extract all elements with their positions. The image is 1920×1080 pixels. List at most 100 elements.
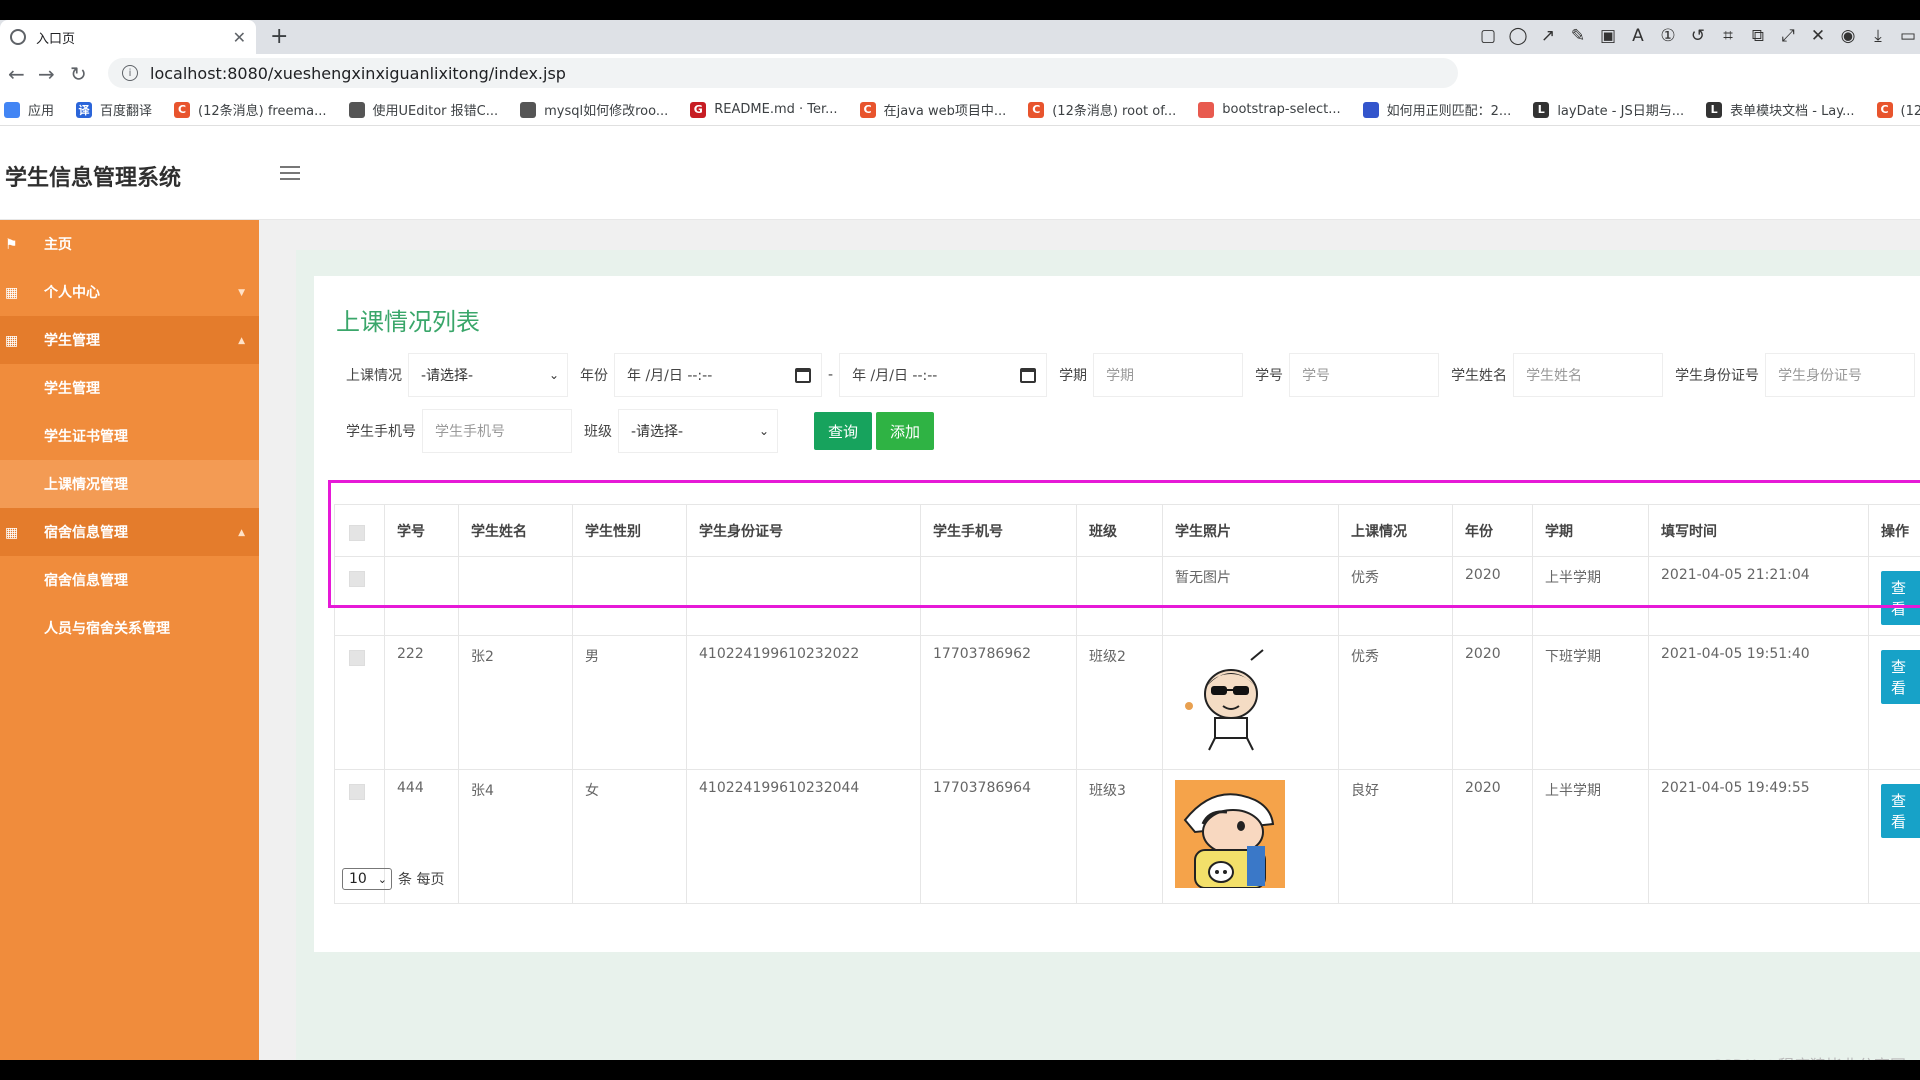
reload-icon[interactable]: ↻ xyxy=(70,62,87,86)
sidebar-item-home[interactable]: ⚑ 主页 xyxy=(0,220,259,268)
bookmark-item[interactable]: C (12条消息 xyxy=(1876,100,1920,119)
sidebar-sub-student-management[interactable]: 学生管理 xyxy=(0,364,259,412)
url-bar[interactable]: i localhost:8080/xueshengxinxiguanlixito… xyxy=(108,58,1458,88)
undo-icon[interactable]: ↺ xyxy=(1688,26,1708,46)
row-select-cell[interactable] xyxy=(334,556,385,636)
query-button[interactable]: 查询 xyxy=(814,412,873,450)
term-input[interactable]: 学期 xyxy=(1093,353,1244,397)
pen-tool-icon[interactable]: ✎ xyxy=(1568,26,1588,46)
chevron-down-icon: ⌄ xyxy=(377,872,387,886)
page-size-select[interactable]: 10 ⌄ xyxy=(342,868,392,890)
student-no-input[interactable]: 学号 xyxy=(1289,353,1440,397)
name-input[interactable]: 学生姓名 xyxy=(1513,353,1664,397)
attendance-select[interactable]: -请选择- ⌄ xyxy=(408,353,568,397)
column-header: 学生性别 xyxy=(572,504,687,557)
sidebar-sub-attendance-management[interactable]: 上课情况管理 xyxy=(0,460,259,508)
record-icon[interactable]: ◉ xyxy=(1838,26,1858,46)
bookmark-item[interactable]: C (12条消息) root of... xyxy=(1028,100,1176,119)
column-header: 操作 xyxy=(1868,504,1920,557)
sidebar-sub-certificate-management[interactable]: 学生证书管理 xyxy=(0,412,259,460)
phone-input[interactable]: 学生手机号 xyxy=(422,409,572,453)
view-button[interactable]: 查看 xyxy=(1881,571,1920,625)
cell-no xyxy=(384,556,459,636)
bookmark-item[interactable]: 译百度翻译 xyxy=(76,100,152,119)
cell-action: 查看 xyxy=(1868,769,1920,904)
bookmark-favicon-icon: C xyxy=(1028,101,1045,118)
table-row: 222 张2 男 410224199610232022 17703786962 班级2 优秀… xyxy=(334,635,1920,770)
sidebar-sub-person-dorm-relation[interactable]: 人员与宿舍关系管理 xyxy=(0,604,259,652)
bookmark-item[interactable]: C 在java web项目中... xyxy=(859,100,1006,119)
row-checkbox[interactable] xyxy=(349,784,365,800)
pin-icon[interactable]: ✕ xyxy=(1808,26,1828,46)
attendance-select-value: -请选择- xyxy=(421,368,474,384)
id-label: 学生身份证号 xyxy=(1675,368,1760,384)
date-end-input[interactable]: 年 /月/日 --:-- xyxy=(839,353,1048,397)
globe-icon xyxy=(10,29,26,45)
arrow-tool-icon[interactable]: ↗ xyxy=(1538,26,1558,46)
view-button[interactable]: 查看 xyxy=(1881,784,1920,838)
row-checkbox[interactable] xyxy=(349,650,365,666)
select-all-cell[interactable] xyxy=(334,504,385,557)
number-tool-icon[interactable]: ① xyxy=(1658,26,1678,46)
bookmark-item[interactable]: mysql如何修改roo... xyxy=(520,100,668,119)
crop-icon[interactable]: ⌗ xyxy=(1718,26,1738,46)
browser-tab[interactable]: 入口页 ✕ xyxy=(0,20,256,54)
row-checkbox[interactable] xyxy=(349,571,365,587)
caret-up-icon: ▲ xyxy=(238,528,245,538)
data-table: 学号 学生姓名 学生性别 学生身份证号 学生手机号 班级 学生照片 上课情况 年份 学期 填写时间操… xyxy=(334,504,1920,904)
window-icon[interactable]: ▭ xyxy=(1898,26,1918,46)
forward-icon[interactable]: → xyxy=(38,62,55,86)
bookmark-item[interactable]: 如何用正则匹配：2... xyxy=(1362,100,1511,119)
cell-gender: 女 xyxy=(572,769,687,904)
bookmark-item[interactable]: C (12条消息) freema... xyxy=(174,100,327,119)
text-tool-icon[interactable]: A xyxy=(1628,26,1648,46)
cell-name xyxy=(458,556,573,636)
year-label: 年份 xyxy=(580,368,608,384)
date-start-value: 年 /月/日 --:-- xyxy=(627,368,713,384)
bookmark-item[interactable]: L 表单模块文档 - Lay... xyxy=(1706,100,1855,119)
row-select-cell[interactable] xyxy=(334,635,385,770)
sidebar-item-dorm-info[interactable]: ▦ 宿舍信息管理 ▲ xyxy=(0,508,259,556)
fullscreen-icon[interactable]: ⤢ xyxy=(1778,26,1798,46)
sidebar-item-student-management[interactable]: ▦ 学生管理 ▲ xyxy=(0,316,259,364)
page-size-value: 10 xyxy=(349,871,367,887)
tab-strip: 入口页 ✕ + ▢ ◯ ↗ ✎ ▣ A ① ↺ ⌗ ⧉ ⤢ ✕ ◉ ⤓ ▭ xyxy=(0,20,1920,92)
bookmark-label: 应用 xyxy=(28,104,55,119)
sidebar-item-label: 学生证书管理 xyxy=(44,429,128,445)
bookmark-item[interactable]: bootstrap-select... xyxy=(1198,101,1341,118)
bookmark-item[interactable]: 应用 xyxy=(4,100,54,119)
download-icon[interactable]: ⤓ xyxy=(1868,26,1888,46)
close-icon[interactable]: ✕ xyxy=(233,28,246,47)
mosaic-tool-icon[interactable]: ▣ xyxy=(1598,26,1618,46)
back-icon[interactable]: ← xyxy=(8,62,25,86)
bookmark-item[interactable]: 使用UEditor 报错C... xyxy=(348,100,499,119)
id-input[interactable]: 学生身份证号 xyxy=(1765,353,1916,397)
new-tab-icon[interactable]: + xyxy=(270,24,288,49)
site-info-icon[interactable]: i xyxy=(122,65,138,81)
chevron-down-icon: ⌄ xyxy=(758,424,769,438)
rectangle-tool-icon[interactable]: ▢ xyxy=(1478,26,1498,46)
calendar-icon[interactable] xyxy=(1020,367,1037,383)
add-button[interactable]: 添加 xyxy=(876,412,935,450)
bookmark-item[interactable]: LlayDate - JS日期与... xyxy=(1533,100,1684,119)
sidebar-item-personal-center[interactable]: ▦ 个人中心 ▼ xyxy=(0,268,259,316)
column-header: 上课情况 xyxy=(1338,504,1453,557)
sidebar-sub-dorm-info-management[interactable]: 宿舍信息管理 xyxy=(0,556,259,604)
attendance-label: 上课情况 xyxy=(346,368,402,384)
bookmark-item[interactable]: G README.md · Ter... xyxy=(690,101,838,118)
select-all-checkbox[interactable] xyxy=(349,524,365,541)
translate-icon[interactable]: ⧉ xyxy=(1748,26,1768,46)
class-select[interactable]: -请选择- ⌄ xyxy=(618,409,778,453)
ellipse-tool-icon[interactable]: ◯ xyxy=(1508,26,1528,46)
cell-term: 上半学期 xyxy=(1532,556,1649,636)
cell-phone: 17703786962 xyxy=(920,635,1077,770)
cell-attendance: 优秀 xyxy=(1338,556,1453,636)
list-panel: 上课情况列表 上课情况 -请选择- ⌄ 年份 年 /月/日 --:-- - 年 … xyxy=(314,276,1920,952)
calendar-icon[interactable] xyxy=(795,367,811,383)
date-start-input[interactable]: 年 /月/日 --:-- xyxy=(614,353,822,397)
menu-toggle-icon[interactable] xyxy=(280,166,300,180)
bookmark-label: 使用UEditor 报错C... xyxy=(372,104,499,119)
name-label: 学生姓名 xyxy=(1451,368,1508,384)
student-photo-sunglasses xyxy=(1175,646,1285,754)
view-button[interactable]: 查看 xyxy=(1881,650,1920,704)
